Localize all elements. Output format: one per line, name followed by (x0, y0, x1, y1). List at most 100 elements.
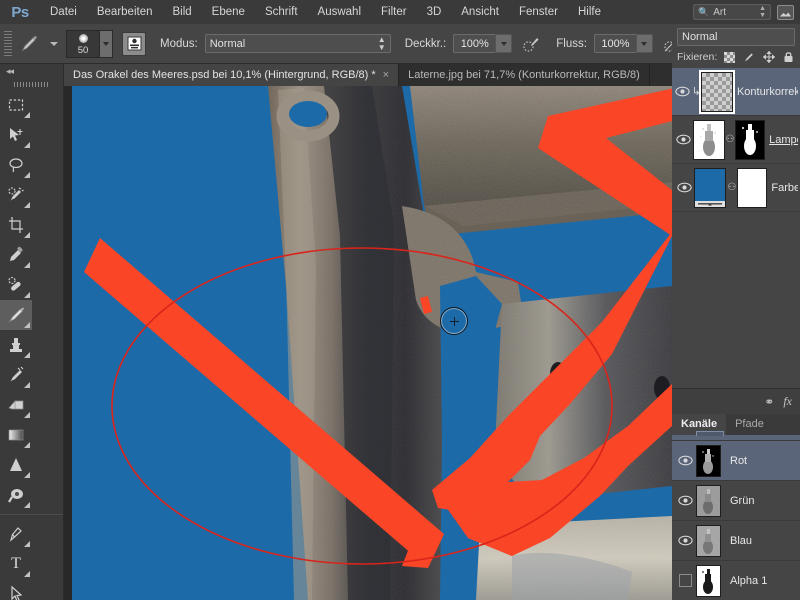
document-tab-laterne[interactable]: Laterne.jpg bei 71,7% (Konturkorrektur, … (399, 64, 650, 86)
brush-panel-icon[interactable] (122, 31, 146, 56)
layer-mask-thumbnail[interactable] (735, 119, 766, 160)
channel-row-alpha1[interactable]: Alpha 1 (672, 561, 800, 600)
layer-blend-mode-select[interactable]: Normal (677, 27, 795, 46)
menu-item-ebene[interactable]: Ebene (202, 0, 255, 24)
opacity-field-group[interactable]: 100% (453, 34, 513, 53)
mask-link-icon[interactable]: ⚇ (725, 134, 735, 145)
channel-thumbnail[interactable] (696, 444, 721, 477)
move-tool[interactable] (0, 120, 32, 150)
tab-pfade[interactable]: Pfade (726, 414, 773, 435)
channel-thumbnail[interactable] (696, 524, 721, 557)
flow-dropdown[interactable] (635, 34, 653, 53)
photoshop-logo: Ps (11, 3, 29, 21)
path-selection-tool[interactable] (0, 579, 32, 600)
brush-tool[interactable] (0, 300, 32, 330)
canvas-area[interactable] (64, 86, 672, 600)
channels-panel: Kanäle Pfade Rot Grün Blau Alpha 1 (672, 414, 800, 600)
menu-item-datei[interactable]: Datei (40, 0, 87, 24)
lock-image-pixels-icon[interactable] (743, 50, 756, 64)
layer-visibility-icon[interactable] (674, 134, 693, 145)
layer-thumbnail[interactable] (692, 119, 725, 160)
collapse-tools-button[interactable]: ◂◂ (0, 64, 63, 78)
layer-thumbnail[interactable] (700, 71, 733, 112)
history-brush-tool[interactable] (0, 360, 32, 390)
channel-name[interactable]: Rot (730, 455, 747, 467)
mask-link-icon[interactable]: ⚇ (726, 182, 737, 193)
channel-row-rot[interactable]: Rot (672, 441, 800, 481)
menu-bar-right: 🔍 Art ▲ ▼ (693, 4, 800, 20)
menu-item-ansicht[interactable]: Ansicht (451, 0, 509, 24)
blend-mode-select[interactable]: Normal ▲ ▼ (204, 34, 391, 53)
lasso-tool[interactable] (0, 150, 32, 180)
crop-tool[interactable] (0, 210, 32, 240)
layer-visibility-icon[interactable] (674, 182, 694, 193)
gradient-tool[interactable] (0, 420, 32, 450)
layer-mask-thumbnail[interactable] (737, 167, 768, 208)
eraser-tool[interactable] (0, 390, 32, 420)
menu-item-3d[interactable]: 3D (417, 0, 452, 24)
channel-name[interactable]: Grün (730, 495, 754, 507)
marquee-tool[interactable] (0, 90, 32, 120)
tool-separator (0, 514, 63, 515)
channel-row-gruen[interactable]: Grün (672, 481, 800, 521)
layer-name[interactable]: Farbe (771, 182, 798, 194)
layer-row-lampe[interactable]: ⚇ Lampe (672, 116, 800, 164)
close-icon[interactable]: × (383, 69, 389, 81)
channel-visibility-icon[interactable] (674, 455, 696, 466)
brush-preset-caret-icon[interactable] (50, 41, 58, 46)
document-tab-orakel[interactable]: Das Orakel des Meeres.psd bei 10,1% (Hin… (64, 64, 400, 86)
tablet-pressure-opacity-icon[interactable] (520, 33, 542, 55)
tools-panel-grip[interactable] (0, 78, 63, 90)
channel-row-partial[interactable] (672, 431, 800, 441)
flow-field-group[interactable]: 100% (593, 34, 653, 53)
lock-transparent-pixels-icon[interactable] (723, 50, 736, 64)
layer-name[interactable]: Lampe (769, 134, 798, 146)
link-layers-icon[interactable]: ⚭ (764, 395, 774, 409)
channel-row-blau[interactable]: Blau (672, 521, 800, 561)
opacity-dropdown[interactable] (495, 34, 513, 53)
menu-item-bild[interactable]: Bild (162, 0, 201, 24)
tool-grid: T (0, 90, 63, 600)
flow-value[interactable]: 100% (593, 34, 636, 53)
dodge-tool[interactable] (0, 480, 32, 510)
layer-row-farbe[interactable]: ⚇ Farbe (672, 164, 800, 212)
channel-visibility-icon[interactable] (674, 495, 696, 506)
layer-visibility-icon[interactable] (674, 86, 692, 97)
channel-visibility-icon[interactable] (674, 535, 696, 546)
blur-tool[interactable] (0, 450, 32, 480)
quick-selection-tool[interactable] (0, 180, 32, 210)
channel-visibility-toggle[interactable] (674, 574, 696, 587)
channel-thumbnail[interactable] (696, 564, 721, 597)
search-input[interactable]: 🔍 Art ▲ ▼ (693, 4, 771, 20)
opacity-value[interactable]: 100% (453, 34, 496, 53)
menu-item-hilfe[interactable]: Hilfe (568, 0, 611, 24)
lock-label: Fixieren: (677, 51, 718, 63)
eyedropper-tool[interactable] (0, 240, 32, 270)
menu-item-fenster[interactable]: Fenster (509, 0, 568, 24)
layer-styles-fx-icon[interactable]: fx (783, 394, 792, 409)
arrange-documents-icon[interactable] (777, 4, 794, 20)
image-canvas[interactable] (72, 86, 672, 600)
clone-stamp-tool[interactable] (0, 330, 32, 360)
channel-name[interactable]: Blau (730, 535, 752, 547)
channel-thumbnail[interactable] (696, 484, 721, 517)
brush-size-display[interactable]: 50 (66, 29, 100, 58)
layer-row-konturkorrektur[interactable]: ↳ Konturkorrektur (672, 68, 800, 116)
type-tool[interactable]: T (0, 549, 32, 579)
channel-name[interactable]: Alpha 1 (730, 575, 767, 587)
layer-blend-mode-value: Normal (682, 30, 718, 43)
layer-thumbnail[interactable] (694, 167, 727, 208)
layer-name[interactable]: Konturkorrektur (737, 86, 798, 98)
brush-preset-dropdown[interactable] (100, 29, 113, 58)
menu-item-auswahl[interactable]: Auswahl (308, 0, 371, 24)
menu-item-schrift[interactable]: Schrift (255, 0, 308, 24)
menu-item-filter[interactable]: Filter (371, 0, 417, 24)
chevron-updown-icon: ▲ ▼ (759, 5, 766, 19)
lock-position-icon[interactable] (762, 50, 775, 64)
brush-tool-icon[interactable] (16, 31, 42, 57)
lock-all-icon[interactable] (782, 50, 795, 64)
options-bar-grip[interactable] (4, 30, 12, 57)
pen-tool[interactable] (0, 519, 32, 549)
spot-healing-tool[interactable] (0, 270, 32, 300)
menu-item-bearbeiten[interactable]: Bearbeiten (87, 0, 163, 24)
